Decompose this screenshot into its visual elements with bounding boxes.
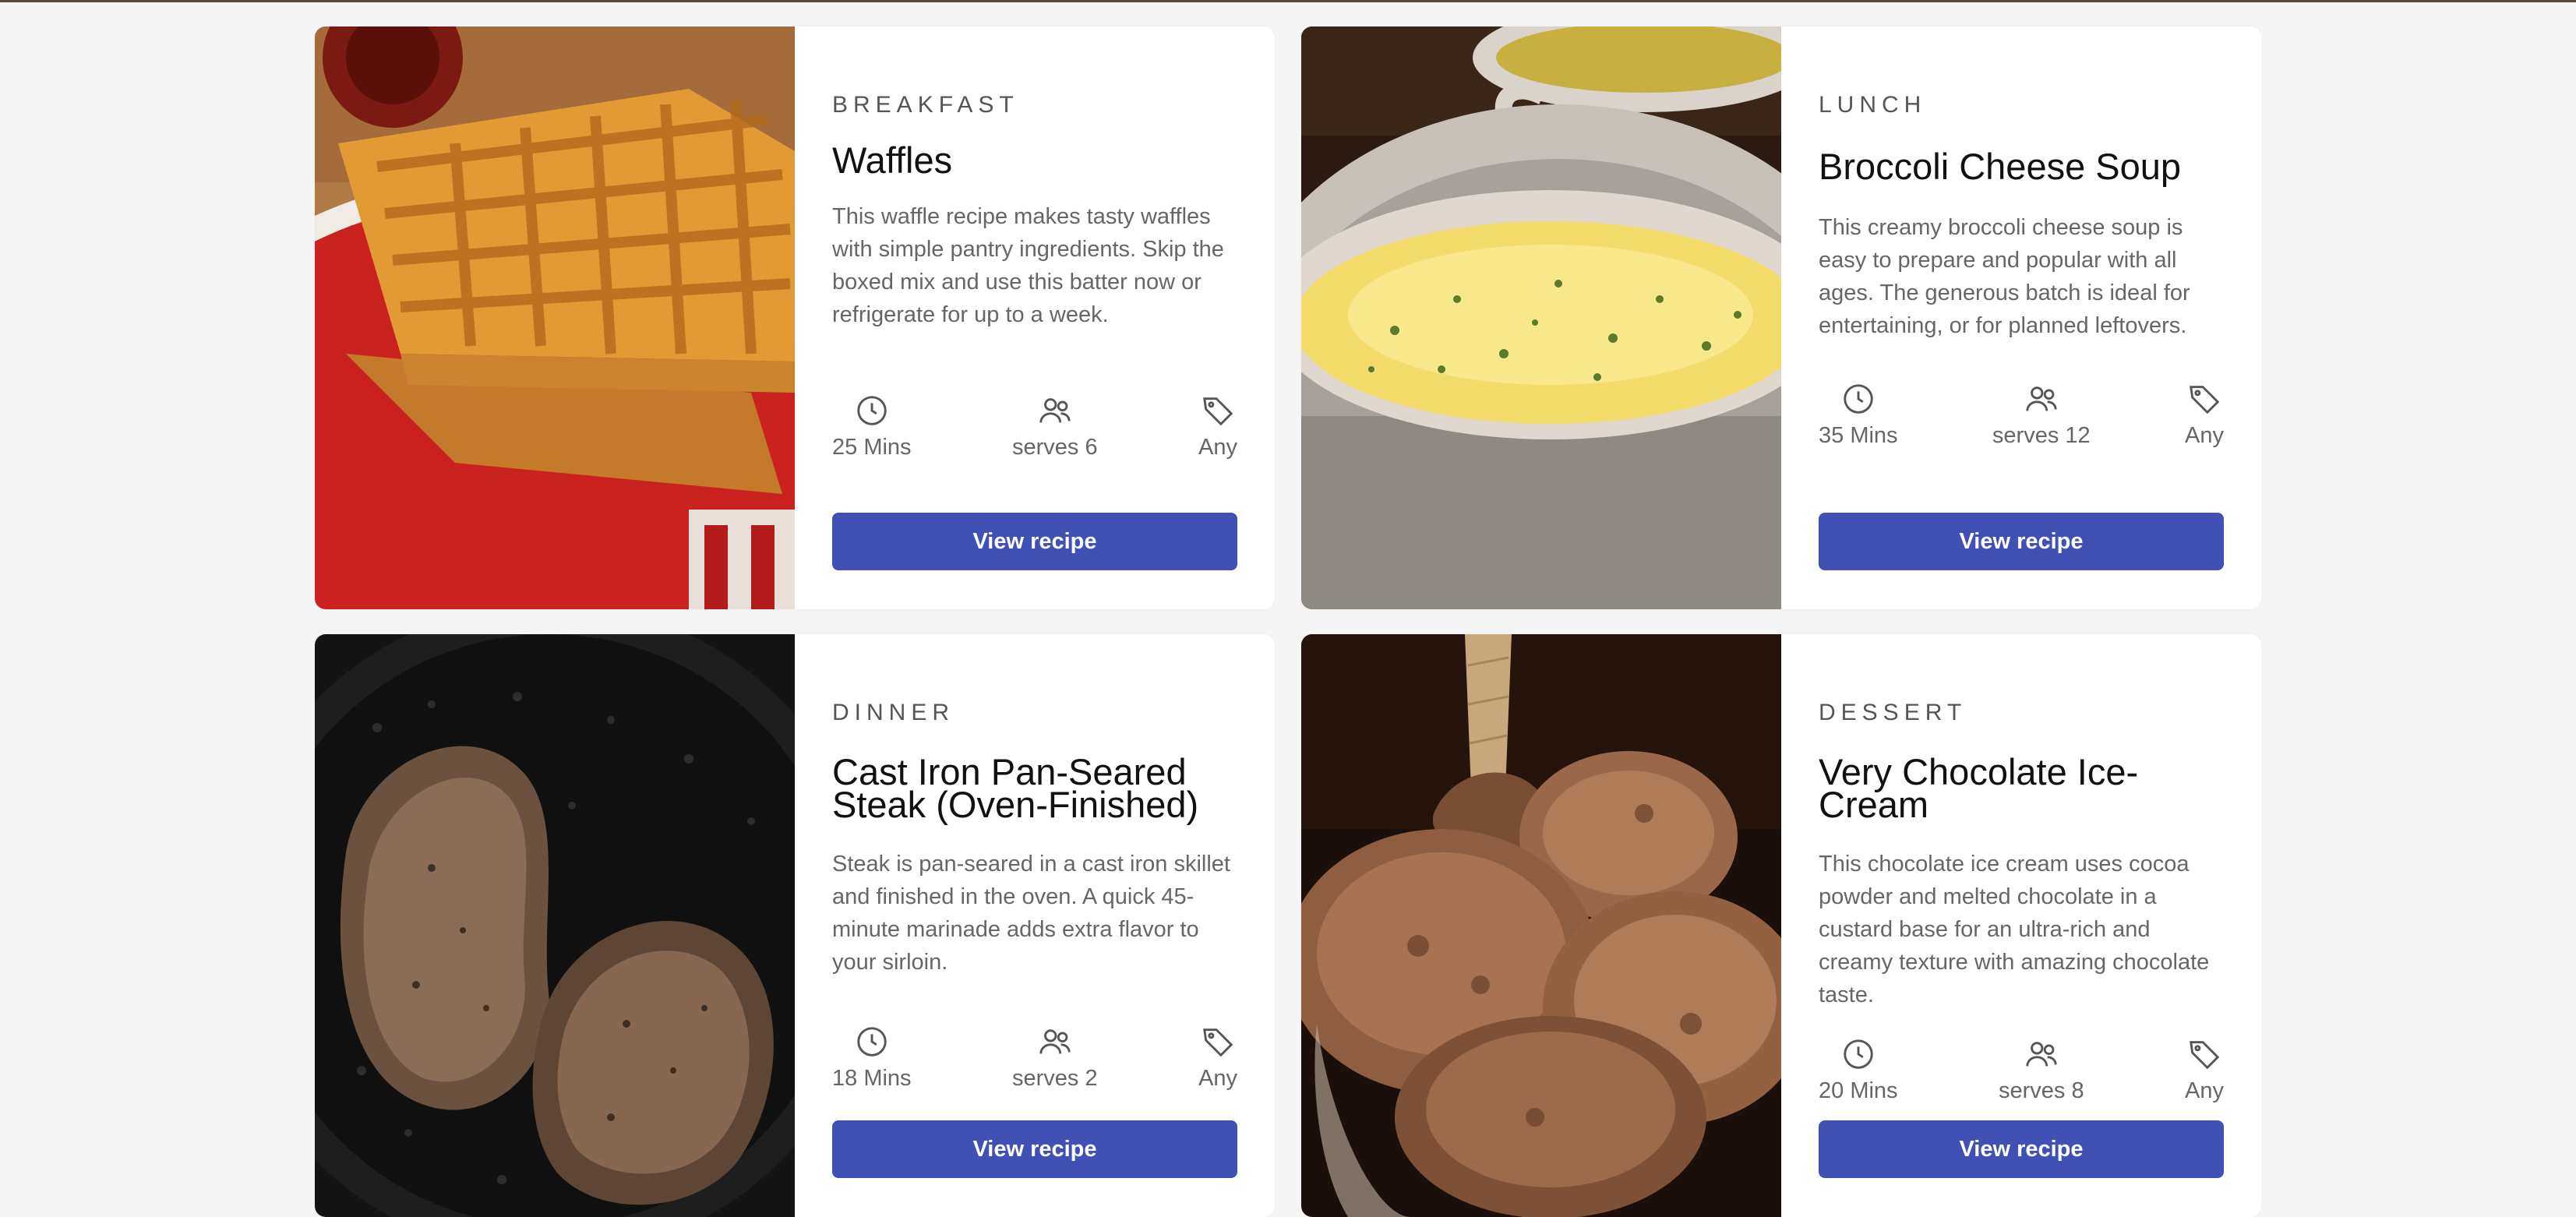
- recipe-description: This chocolate ice cream uses cocoa powd…: [1819, 852, 2210, 1007]
- top-border: [0, 0, 2576, 2]
- recipe-title: Waffles: [832, 139, 953, 181]
- clock-icon: [857, 1027, 887, 1056]
- meta-time-text: 20 Mins: [1819, 1078, 1898, 1103]
- card-content: Dessert Very Chocolate Ice-Cream This ch…: [1781, 634, 2261, 1217]
- users-icon: [2026, 1042, 2057, 1067]
- recipe-card: Lunch Broccoli Cheese Soup This creamy b…: [1301, 26, 2261, 609]
- card-content: Breakfast Waffles This waffle recipe mak…: [795, 26, 1275, 609]
- recipe-category: Dinner: [832, 700, 955, 725]
- meta-serves-text: serves 12: [1992, 423, 2091, 448]
- view-recipe-button[interactable]: View recipe: [832, 1120, 1237, 1178]
- meta-tag: Any: [2185, 381, 2224, 447]
- view-recipe-button[interactable]: View recipe: [832, 513, 1237, 570]
- recipe-title: Very Chocolate Ice-Cream: [1819, 751, 2139, 825]
- clock-icon: [1844, 1039, 1873, 1069]
- meta-time-text: 25 Mins: [832, 435, 912, 460]
- meta-tag: Any: [2185, 1036, 2224, 1102]
- card-content: Dinner Cast Iron Pan-Seared Steak (Oven-…: [795, 634, 1275, 1217]
- recipe-title: Cast Iron Pan-Seared Steak (Oven-Finishe…: [832, 751, 1199, 825]
- tag-icon: [1203, 1028, 1233, 1057]
- recipe-meta: 25 Mins serves 6 Any: [832, 393, 1237, 459]
- meta-tag-text: Any: [2185, 423, 2224, 448]
- recipe-card: Dessert Very Chocolate Ice-Cream This ch…: [1301, 634, 2261, 1217]
- tag-icon: [2190, 1041, 2220, 1070]
- meta-tag: Any: [1198, 393, 1237, 459]
- recipe-description: This waffle recipe makes tasty waffles w…: [832, 204, 1224, 327]
- recipe-grid: Breakfast Waffles This waffle recipe mak…: [315, 26, 2261, 1217]
- recipe-card: Breakfast Waffles This waffle recipe mak…: [315, 26, 1275, 609]
- soup-photo: [1301, 26, 1781, 609]
- meta-serves-text: serves 6: [1011, 435, 1098, 460]
- recipe-card: Dinner Cast Iron Pan-Seared Steak (Oven-…: [315, 634, 1275, 1217]
- users-icon: [1039, 1029, 1071, 1054]
- meta-time: 35 Mins: [1819, 381, 1898, 447]
- tag-icon: [1203, 397, 1233, 426]
- users-icon: [1039, 398, 1071, 423]
- recipe-category: Lunch: [1819, 92, 1927, 118]
- recipe-category: Dessert: [1819, 700, 1967, 725]
- meta-serves-text: serves 8: [1998, 1078, 2084, 1103]
- recipe-description: This creamy broccoli cheese soup is easy…: [1819, 215, 2190, 338]
- icecream-photo: [1301, 634, 1781, 1217]
- view-recipe-button[interactable]: View recipe: [1819, 1120, 2224, 1178]
- clock-icon: [857, 396, 887, 425]
- users-icon: [2026, 386, 2057, 411]
- recipe-title: Broccoli Cheese Soup: [1819, 146, 2182, 187]
- meta-tag-text: Any: [1198, 1066, 1237, 1091]
- recipe-meta: 18 Mins serves 2 Any: [832, 1024, 1237, 1090]
- tag-icon: [2190, 386, 2220, 414]
- steak-photo: [315, 634, 795, 1217]
- meta-tag-text: Any: [2185, 1078, 2224, 1103]
- recipe-meta: 20 Mins serves 8 Any: [1819, 1036, 2224, 1102]
- meta-tag: Any: [1198, 1024, 1237, 1090]
- view-recipe-button[interactable]: View recipe: [1819, 513, 2224, 570]
- meta-time-text: 18 Mins: [832, 1066, 912, 1091]
- meta-serves: serves 6: [1012, 393, 1098, 459]
- recipe-description: Steak is pan-seared in a cast iron skill…: [832, 852, 1230, 975]
- meta-tag-text: Any: [1198, 435, 1237, 460]
- meta-serves-text: serves 2: [1011, 1066, 1098, 1091]
- meta-time: 25 Mins: [832, 393, 912, 459]
- recipe-meta: 35 Mins serves 12 Any: [1819, 381, 2224, 447]
- meta-serves: serves 12: [1992, 381, 2091, 447]
- waffles-photo: [315, 26, 795, 609]
- meta-serves: serves 8: [1999, 1036, 2084, 1102]
- meta-time: 18 Mins: [832, 1024, 912, 1090]
- meta-time: 20 Mins: [1819, 1036, 1898, 1102]
- recipe-category: Breakfast: [832, 92, 1019, 118]
- clock-icon: [1844, 384, 1873, 414]
- card-content: Lunch Broccoli Cheese Soup This creamy b…: [1781, 26, 2261, 609]
- meta-time-text: 35 Mins: [1819, 423, 1898, 448]
- meta-serves: serves 2: [1012, 1024, 1098, 1090]
